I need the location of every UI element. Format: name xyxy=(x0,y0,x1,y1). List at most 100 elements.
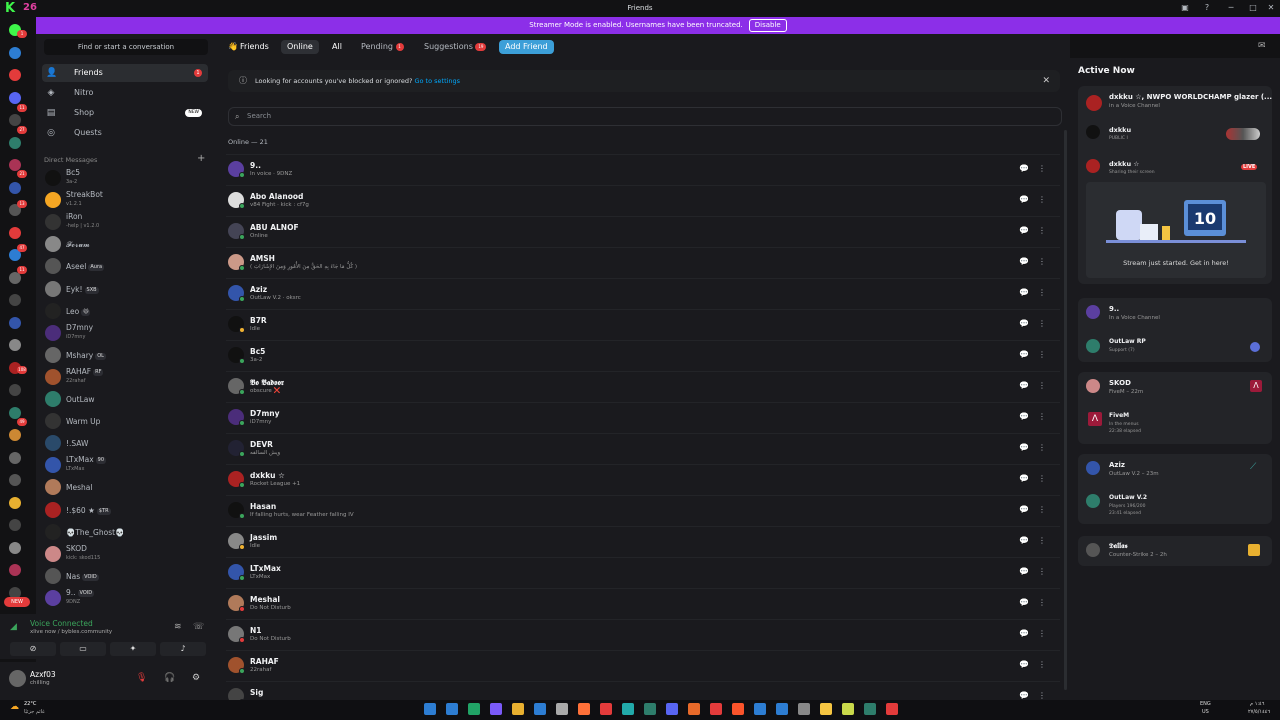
friend-row[interactable]: Aziz OutLaw V.2 · oksrc 💬 ⋮ xyxy=(226,278,1060,309)
more-options-icon[interactable]: ⋮ xyxy=(1036,659,1048,671)
mic-muted-icon[interactable]: 🎙 xyxy=(136,673,147,683)
help-icon[interactable]: ? xyxy=(1200,2,1214,14)
server-icon[interactable] xyxy=(9,429,21,441)
taskbar-app-icon[interactable] xyxy=(644,703,656,715)
dm-item[interactable]: Bc5 3a-2 xyxy=(42,167,208,189)
server-icon[interactable] xyxy=(9,69,21,81)
dm-item[interactable]: 9.. VOID 9DNZ xyxy=(42,587,208,609)
more-options-icon[interactable]: ⋮ xyxy=(1036,504,1048,516)
server-icon[interactable] xyxy=(9,181,21,194)
active-card-aziz[interactable]: Aziz OutLaw V.2 – 23m ⟋ OutLaw V.2 Playe… xyxy=(1078,454,1272,524)
taskbar-app-icon[interactable] xyxy=(468,703,480,715)
server-icon[interactable] xyxy=(9,136,21,149)
server-icon[interactable] xyxy=(9,519,21,531)
server-icon[interactable] xyxy=(9,114,21,126)
lang-indicator[interactable]: ENG xyxy=(1200,701,1211,707)
friend-row[interactable]: 𝕭𝖔 𝕭𝖆𝖉𝖔𝖔𝖗 obscure ❌ 💬 ⋮ xyxy=(226,371,1060,402)
message-icon[interactable]: 💬 xyxy=(1018,597,1030,609)
clock-time[interactable]: ١:٤٦ م xyxy=(1250,701,1264,707)
dm-item[interactable]: StreakBot v1.2.1 xyxy=(42,189,208,211)
inbox-icon[interactable]: ▣ xyxy=(1178,2,1192,14)
taskbar-app-icon[interactable] xyxy=(446,703,458,715)
dm-item[interactable]: SKOD kick: skod115 xyxy=(42,543,208,565)
server-icon[interactable] xyxy=(9,339,21,351)
more-options-icon[interactable]: ⋮ xyxy=(1036,349,1048,361)
taskbar-app-icon[interactable] xyxy=(886,703,898,715)
message-icon[interactable]: 💬 xyxy=(1018,163,1030,175)
tab-pending[interactable]: Pending 1 xyxy=(355,40,410,54)
close-hint-icon[interactable]: ✕ xyxy=(1042,70,1050,92)
message-icon[interactable]: 💬 xyxy=(1018,442,1030,454)
taskbar-app-icon[interactable] xyxy=(732,703,744,715)
message-icon[interactable]: 💬 xyxy=(1018,566,1030,578)
taskbar-app-icon[interactable] xyxy=(798,703,810,715)
taskbar-app-icon[interactable] xyxy=(556,703,568,715)
settings-gear-icon[interactable]: ⚙ xyxy=(192,673,200,683)
message-icon[interactable]: 💬 xyxy=(1018,659,1030,671)
taskbar-app-icon[interactable] xyxy=(512,703,524,715)
user-avatar[interactable] xyxy=(9,670,26,687)
headphones-icon[interactable]: 🎧 xyxy=(164,673,175,683)
message-icon[interactable]: 💬 xyxy=(1018,628,1030,640)
friend-row[interactable]: LTxMax LTxMax 💬 ⋮ xyxy=(226,557,1060,588)
dm-item[interactable]: Nas VOID xyxy=(42,565,208,587)
more-options-icon[interactable]: ⋮ xyxy=(1036,442,1048,454)
message-icon[interactable]: 💬 xyxy=(1018,411,1030,423)
stream-preview[interactable]: 10 Stream just started. Get in here! xyxy=(1086,182,1266,278)
add-friend-button[interactable]: Add Friend xyxy=(499,40,554,54)
taskbar-app-icon[interactable] xyxy=(578,703,590,715)
more-options-icon[interactable]: ⋮ xyxy=(1036,225,1048,237)
dm-item[interactable]: Eyk! SXB xyxy=(42,278,208,300)
server-icon[interactable] xyxy=(9,406,21,419)
taskbar-app-icon[interactable] xyxy=(622,703,634,715)
server-icon[interactable] xyxy=(9,474,21,486)
find-conversation-button[interactable]: Find or start a conversation xyxy=(44,39,208,55)
message-icon[interactable]: 💬 xyxy=(1018,318,1030,330)
message-icon[interactable]: 💬 xyxy=(1018,535,1030,547)
nav-shop[interactable]: ▤ Shop NEW xyxy=(42,104,208,122)
more-options-icon[interactable]: ⋮ xyxy=(1036,163,1048,175)
message-icon[interactable]: 💬 xyxy=(1018,473,1030,485)
friend-row[interactable]: B7R Idle 💬 ⋮ xyxy=(226,309,1060,340)
nav-quests[interactable]: ◎ Quests xyxy=(42,124,208,142)
screenshare-button[interactable]: ▭ xyxy=(60,642,106,656)
more-options-icon[interactable]: ⋮ xyxy=(1036,411,1048,423)
dm-item[interactable]: !.SAW xyxy=(42,432,208,454)
dm-item[interactable]: LTxMax 90 LTxMax xyxy=(42,454,208,476)
tab-suggestions[interactable]: Suggestions 19 xyxy=(418,40,492,54)
message-icon[interactable]: 💬 xyxy=(1018,504,1030,516)
server-icon[interactable] xyxy=(9,91,21,104)
minimize-button[interactable]: ─ xyxy=(1224,2,1238,14)
create-dm-button[interactable]: + xyxy=(197,153,205,164)
message-icon[interactable]: 💬 xyxy=(1018,380,1030,392)
more-options-icon[interactable]: ⋮ xyxy=(1036,597,1048,609)
taskbar-app-icon[interactable] xyxy=(776,703,788,715)
server-icon[interactable] xyxy=(9,384,21,396)
active-card-dallas[interactable]: 𝕯𝖆𝖑𝖑𝖆𝖘 Counter-Strike 2 – 2h xyxy=(1078,536,1272,566)
more-options-icon[interactable]: ⋮ xyxy=(1036,318,1048,330)
dm-item[interactable]: Warm Up xyxy=(42,410,208,432)
camera-button[interactable]: ⊘ xyxy=(10,642,56,656)
close-button[interactable]: ✕ xyxy=(1264,2,1278,14)
more-options-icon[interactable]: ⋮ xyxy=(1036,535,1048,547)
taskbar-app-icon[interactable] xyxy=(820,703,832,715)
server-icon[interactable] xyxy=(9,541,21,554)
dm-item[interactable]: Meshal xyxy=(42,476,208,498)
friend-row[interactable]: Hasan If falling hurts, wear Feather fall… xyxy=(226,495,1060,526)
friend-row[interactable]: ABU ALNOF Online 💬 ⋮ xyxy=(226,216,1060,247)
nav-nitro[interactable]: ◈ Nitro xyxy=(42,84,208,102)
nav-friends[interactable]: 👤 Friends 1 xyxy=(42,64,208,82)
voice-channel[interactable]: xlive now / bybles.community xyxy=(30,629,112,635)
taskbar-app-icon[interactable] xyxy=(534,703,546,715)
taskbar-app-icon[interactable] xyxy=(600,703,612,715)
friend-row[interactable]: N1 Do Not Disturb 💬 ⋮ xyxy=(226,619,1060,650)
dm-item[interactable]: OutLaw xyxy=(42,388,208,410)
soundboard-button[interactable]: ♪ xyxy=(160,642,206,656)
dm-item[interactable]: 𝓕𝓸𝓻𝓾𝓶 xyxy=(42,233,208,255)
scrollbar[interactable] xyxy=(1064,130,1067,690)
server-icon[interactable] xyxy=(9,316,21,329)
server-icon[interactable] xyxy=(9,226,21,239)
new-group-dm-icon[interactable]: ✉ xyxy=(1258,41,1266,51)
dm-item[interactable]: iRon -help | v1.2.0 xyxy=(42,211,208,233)
dm-item[interactable]: 💀The_Ghost💀 xyxy=(42,521,208,543)
